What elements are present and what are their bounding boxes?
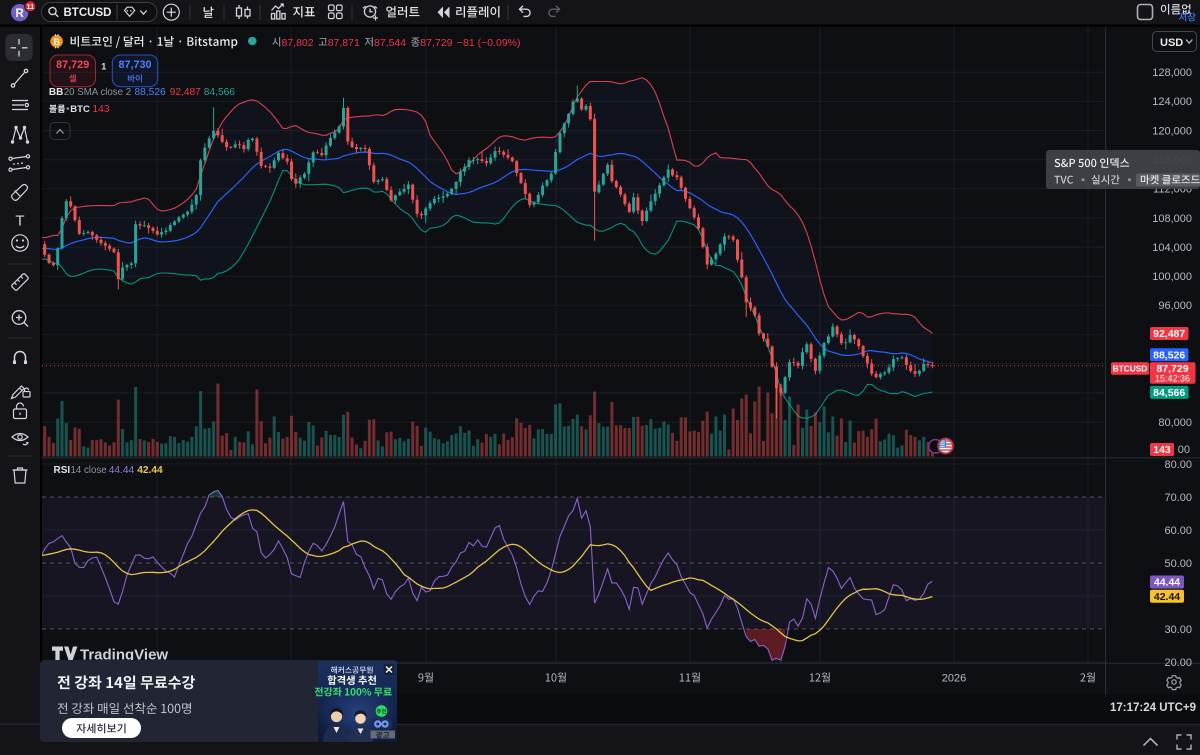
svg-text:143: 143 (93, 104, 110, 115)
svg-text:00: 00 (1178, 444, 1190, 456)
svg-text:−81 (−0.09%): −81 (−0.09%) (457, 37, 521, 49)
svg-text:60.00: 60.00 (1164, 525, 1192, 537)
svg-text:87,802: 87,802 (282, 37, 314, 49)
svg-text:BTCUSD: BTCUSD (64, 7, 112, 19)
svg-text:30.00: 30.00 (1164, 624, 1192, 636)
svg-text:84,566: 84,566 (204, 87, 235, 98)
svg-text:96,000: 96,000 (1158, 300, 1192, 312)
svg-text:R: R (16, 8, 25, 20)
svg-text:92,487: 92,487 (1153, 328, 1185, 340)
svg-text:87,544: 87,544 (374, 37, 406, 49)
svg-text:70.00: 70.00 (1164, 492, 1192, 504)
svg-text:1: 1 (101, 61, 107, 72)
svg-text:BTCUSD: BTCUSD (1113, 363, 1148, 373)
svg-text:50.00: 50.00 (1164, 558, 1192, 570)
svg-text:87,729: 87,729 (420, 37, 452, 49)
svg-text:124,000: 124,000 (1152, 96, 1192, 108)
svg-text:2026: 2026 (942, 673, 966, 685)
svg-text:BB: BB (49, 87, 63, 98)
svg-text:T: T (15, 213, 24, 230)
svg-text:44.44: 44.44 (1154, 577, 1180, 589)
svg-text:120,000: 120,000 (1152, 125, 1192, 137)
svg-text:143: 143 (1153, 444, 1171, 456)
svg-text:15:42:36: 15:42:36 (1155, 373, 1190, 383)
svg-text:88,526: 88,526 (1153, 349, 1185, 361)
svg-text:87,729: 87,729 (56, 59, 89, 71)
svg-text:RSI: RSI (54, 465, 71, 476)
svg-text:108,000: 108,000 (1152, 213, 1192, 225)
svg-text:80.00: 80.00 (1164, 459, 1192, 471)
svg-text:BTC: BTC (70, 104, 90, 115)
svg-text:17:17:24 UTC+9: 17:17:24 UTC+9 (1110, 702, 1196, 714)
svg-text:14 close: 14 close (71, 465, 107, 476)
svg-text:87,730: 87,730 (118, 59, 151, 71)
svg-text:42.44: 42.44 (137, 465, 163, 476)
svg-text:42.44: 42.44 (1154, 591, 1180, 603)
svg-text:80,000: 80,000 (1158, 417, 1192, 429)
svg-text:128,000: 128,000 (1152, 67, 1192, 79)
svg-text:87,871: 87,871 (328, 37, 360, 49)
svg-text:104,000: 104,000 (1152, 242, 1192, 254)
svg-text:92,487: 92,487 (170, 87, 201, 98)
svg-text:44.44: 44.44 (109, 465, 135, 476)
svg-text:11: 11 (26, 2, 34, 11)
svg-text:20 SMA close 2: 20 SMA close 2 (64, 87, 131, 98)
svg-text:88,526: 88,526 (135, 87, 166, 98)
svg-text:20.00: 20.00 (1164, 657, 1192, 669)
svg-text:B: B (54, 37, 61, 47)
svg-text:100,000: 100,000 (1152, 271, 1192, 283)
svg-text:84,566: 84,566 (1153, 387, 1185, 399)
svg-text:USD: USD (1160, 37, 1183, 49)
